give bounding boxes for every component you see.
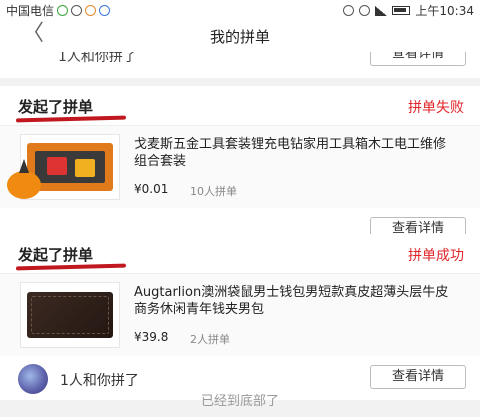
- product-row[interactable]: 戈麦斯五金工具套装锂充电钻家用工具箱木工电工维修组合套装 ¥0.01 10人拼单: [0, 126, 480, 208]
- alarm-icon: [343, 5, 355, 16]
- app-notification-icon: [99, 5, 111, 16]
- status-badge: 拼单失败: [408, 100, 464, 116]
- product-name: 戈麦斯五金工具套装锂充电钻家用工具箱木工电工维修组合套装: [134, 137, 447, 169]
- battery-icon: [392, 6, 411, 15]
- status-bar-right: 上午10:34: [343, 2, 474, 19]
- launch-label: 发起了拼单: [18, 246, 94, 264]
- joined-text: 1人和你拼了: [58, 52, 137, 65]
- product-row[interactable]: Augtarlion澳洲袋鼠男士钱包男短款真皮超薄头层牛皮商务休闲青年钱夹男包 …: [0, 274, 480, 356]
- nav-bar: 〈 我的拼单: [0, 18, 480, 52]
- app-notification-icon: [57, 5, 69, 16]
- view-details-button[interactable]: 查看详情: [370, 52, 466, 66]
- pumpkin-sticker-icon: [7, 171, 41, 199]
- product-name: Augtarlion澳洲袋鼠男士钱包男短款真皮超薄头层牛皮商务休闲青年钱夹男包: [134, 285, 449, 317]
- notification-icon: [71, 5, 83, 16]
- launch-label: 发起了拼单: [18, 98, 94, 116]
- product-thumbnail: [20, 282, 120, 348]
- joined-text: 1人和你拼了: [60, 373, 139, 389]
- order-card: 发起了拼单 拼单成功 Augtarlion澳洲袋鼠男士钱包男短款真皮超薄头层牛皮…: [0, 234, 480, 400]
- wallet-image: [27, 292, 113, 338]
- app-notification-icon: [85, 5, 97, 16]
- clock: 上午10:34: [415, 4, 474, 18]
- product-price: ¥39.8: [134, 330, 169, 344]
- group-size: 10人拼单: [190, 185, 237, 198]
- status-badge: 拼单成功: [408, 248, 464, 264]
- order-card: 发起了拼单 拼单失败 戈麦斯五金工具套装锂充电钻家用工具箱木工电工维修组合套装 …: [0, 86, 480, 252]
- carrier-label: 中国电信: [6, 4, 55, 18]
- group-size: 2人拼单: [190, 333, 230, 346]
- order-header: 发起了拼单 拼单失败: [0, 86, 480, 126]
- page-title: 我的拼单: [209, 28, 270, 46]
- end-of-list-label: 已经到底部了: [200, 394, 279, 409]
- status-bar: 中国电信 上午10:34: [0, 0, 480, 18]
- product-price: ¥0.01: [134, 182, 169, 196]
- order-header: 发起了拼单 拼单成功: [0, 234, 480, 274]
- prev-order-footer: 1人和你拼了 查看详情: [0, 52, 480, 78]
- product-thumbnail: [7, 134, 120, 200]
- status-bar-left: 中国电信: [6, 2, 111, 19]
- view-details-button[interactable]: 查看详情: [370, 365, 466, 389]
- signal-icon: [375, 5, 388, 16]
- wifi-icon: [359, 5, 371, 16]
